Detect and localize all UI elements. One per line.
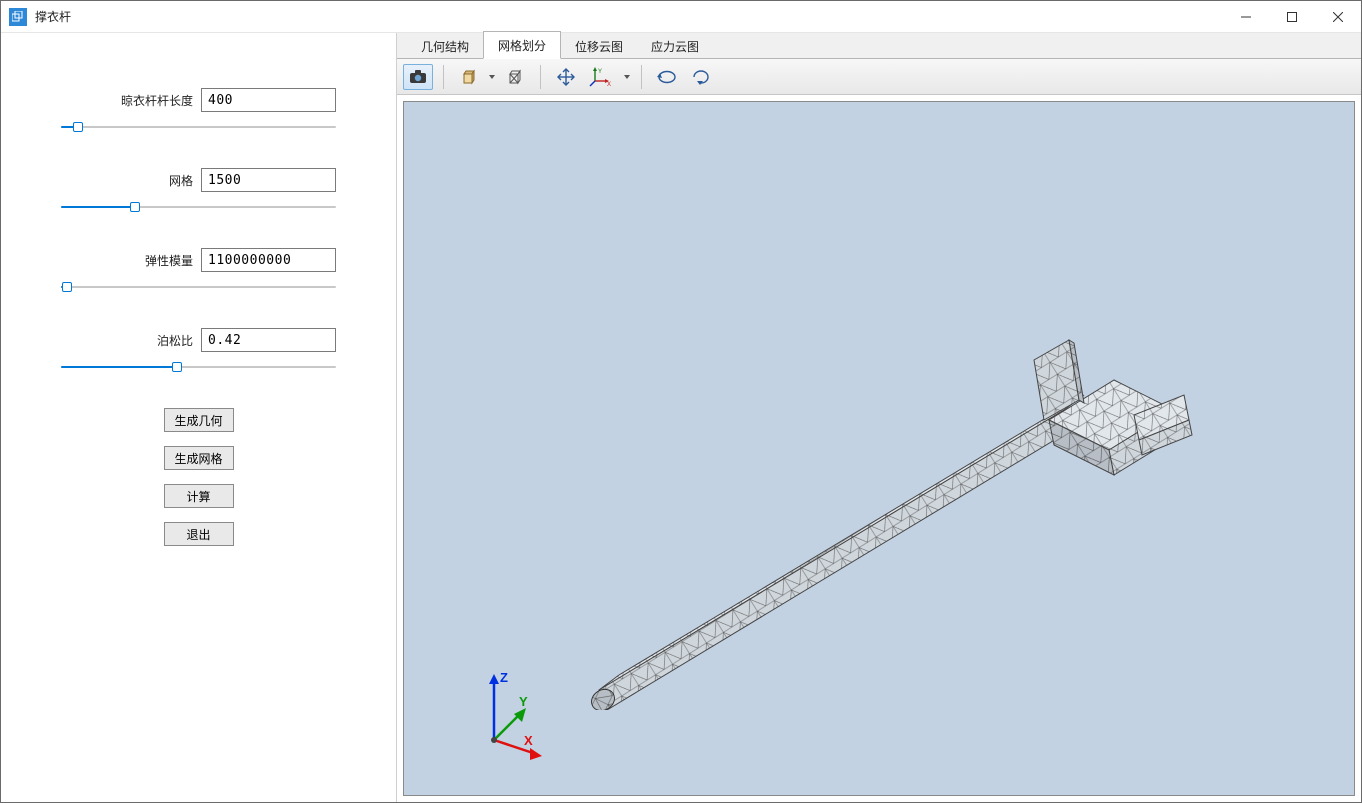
svg-text:X: X bbox=[524, 733, 533, 748]
viewport-3d[interactable]: Z Y X bbox=[403, 101, 1355, 796]
toolbar-sep bbox=[540, 65, 541, 89]
box-view-dropdown[interactable] bbox=[488, 64, 496, 90]
param-mesh-label: 网格 bbox=[169, 172, 193, 189]
param-mesh-slider[interactable] bbox=[61, 200, 336, 214]
param-mesh: 网格 bbox=[61, 168, 336, 214]
svg-text:X: X bbox=[607, 82, 611, 87]
param-poisson-label: 泊松比 bbox=[157, 332, 193, 349]
param-modulus-input[interactable] bbox=[201, 248, 336, 272]
titlebar: 撑衣杆 bbox=[1, 1, 1361, 33]
axes-button[interactable]: Y X bbox=[585, 64, 619, 90]
compute-button[interactable]: 计算 bbox=[164, 484, 234, 508]
tab-displacement[interactable]: 位移云图 bbox=[561, 33, 637, 59]
maximize-button[interactable] bbox=[1269, 1, 1315, 32]
svg-text:Y: Y bbox=[519, 694, 528, 709]
close-button[interactable] bbox=[1315, 1, 1361, 32]
toolbar-sep bbox=[641, 65, 642, 89]
window-controls bbox=[1223, 1, 1361, 32]
box-view-button[interactable] bbox=[454, 64, 484, 90]
tab-stress[interactable]: 应力云图 bbox=[637, 33, 713, 59]
tab-mesh[interactable]: 网格划分 bbox=[483, 31, 561, 59]
content: 晾衣杆杆长度 网格 bbox=[1, 33, 1361, 802]
svg-text:Z: Z bbox=[500, 670, 508, 685]
param-mesh-input[interactable] bbox=[201, 168, 336, 192]
titlebar-left: 撑衣杆 bbox=[1, 8, 71, 26]
viewer-toolbar: Y X bbox=[397, 59, 1361, 95]
svg-text:Y: Y bbox=[598, 69, 602, 75]
app-icon bbox=[9, 8, 27, 26]
rotate-left-button[interactable] bbox=[652, 64, 682, 90]
param-length-slider[interactable] bbox=[61, 120, 336, 134]
actions: 生成几何 生成网格 计算 退出 bbox=[61, 408, 336, 546]
param-modulus: 弹性模量 bbox=[61, 248, 336, 294]
param-length-input[interactable] bbox=[201, 88, 336, 112]
app-title: 撑衣杆 bbox=[35, 8, 71, 25]
generate-mesh-button[interactable]: 生成网格 bbox=[164, 446, 234, 470]
mesh-model bbox=[574, 280, 1194, 710]
rotate-right-button[interactable] bbox=[686, 64, 716, 90]
wireframe-button[interactable] bbox=[500, 64, 530, 90]
app-window: 撑衣杆 晾衣杆杆长度 bbox=[0, 0, 1362, 803]
param-modulus-label: 弹性模量 bbox=[145, 252, 193, 269]
tabs: 几何结构 网格划分 位移云图 应力云图 bbox=[397, 33, 1361, 59]
camera-button[interactable] bbox=[403, 64, 433, 90]
param-length: 晾衣杆杆长度 bbox=[61, 88, 336, 134]
generate-geometry-button[interactable]: 生成几何 bbox=[164, 408, 234, 432]
axes-dropdown[interactable] bbox=[623, 64, 631, 90]
pan-button[interactable] bbox=[551, 64, 581, 90]
toolbar-sep bbox=[443, 65, 444, 89]
param-modulus-slider[interactable] bbox=[61, 280, 336, 294]
sidebar: 晾衣杆杆长度 网格 bbox=[1, 33, 396, 802]
minimize-button[interactable] bbox=[1223, 1, 1269, 32]
param-poisson-input[interactable] bbox=[201, 328, 336, 352]
param-poisson-slider[interactable] bbox=[61, 360, 336, 374]
tab-geometry[interactable]: 几何结构 bbox=[407, 33, 483, 59]
orientation-triad: Z Y X bbox=[474, 670, 564, 760]
param-poisson: 泊松比 bbox=[61, 328, 336, 374]
exit-button[interactable]: 退出 bbox=[164, 522, 234, 546]
param-length-label: 晾衣杆杆长度 bbox=[121, 92, 193, 109]
main: 几何结构 网格划分 位移云图 应力云图 bbox=[396, 33, 1361, 802]
